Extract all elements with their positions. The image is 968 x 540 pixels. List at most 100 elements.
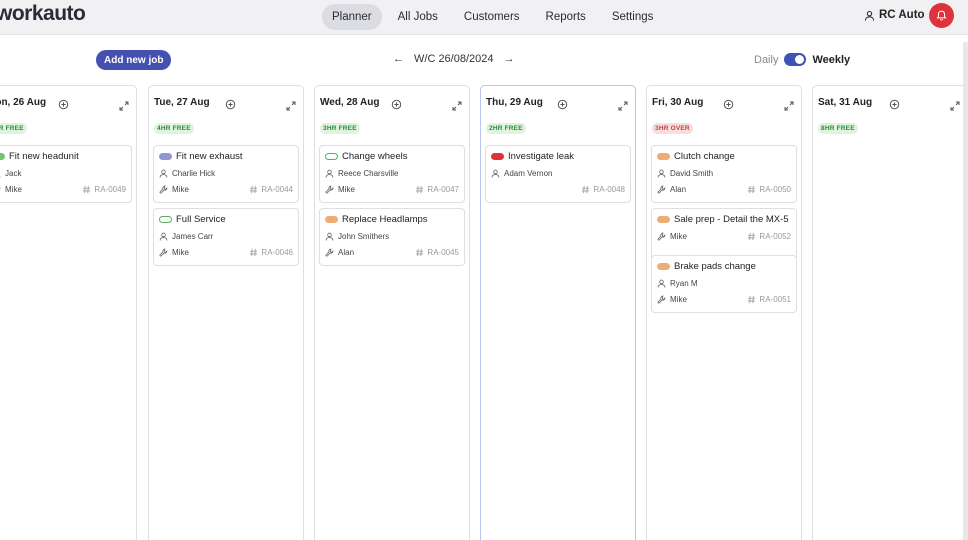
wrench-icon [657, 232, 666, 241]
job-card[interactable]: Replace Headlamps John Smithers Alan RA-004… [319, 208, 465, 266]
daily-label[interactable]: Daily [754, 54, 778, 66]
expand-icon[interactable] [119, 98, 129, 111]
job-reference-number: RA-0051 [759, 295, 791, 304]
nav-settings[interactable]: Settings [602, 4, 664, 30]
add-job-plus-icon[interactable] [391, 97, 402, 110]
nav-customers[interactable]: Customers [454, 4, 530, 30]
job-title: Fit new headunit [0, 151, 79, 162]
job-card[interactable]: Full Service James Carr Mike RA-0046 [153, 208, 299, 266]
weekly-label[interactable]: Weekly [812, 54, 850, 66]
notifications-button[interactable] [929, 3, 954, 28]
bell-icon [936, 10, 947, 21]
hash-icon [747, 232, 756, 241]
job-title: Brake pads change [657, 261, 756, 272]
technician-name: Mike [670, 232, 687, 241]
job-title: Full Service [159, 214, 226, 225]
job-reference-number: RA-0044 [261, 185, 293, 194]
job-title-text: Sale prep - Detail the MX-5 [674, 214, 789, 225]
technician-name: Alan [338, 248, 355, 257]
nav-reports[interactable]: Reports [536, 4, 596, 30]
job-title: Investigate leak [491, 151, 574, 162]
hash-icon [249, 248, 258, 257]
wrench-icon [657, 185, 666, 194]
job-title: Replace Headlamps [325, 214, 428, 225]
job-reference-number: RA-0045 [427, 248, 459, 257]
customer-icon [657, 169, 666, 178]
week-planner-columns: Mon, 26 Aug 4HR FREE Fit new headunit Jack M… [0, 85, 968, 540]
add-job-plus-icon[interactable] [889, 97, 900, 110]
week-navigator: ← W/C 26/08/2024 → [393, 53, 515, 65]
job-status-tag [0, 153, 5, 160]
job-card[interactable]: Investigate leak Adam Vernon RA-0048 [485, 145, 631, 203]
job-technician: Mike [159, 185, 189, 194]
customer-name: John Smithers [338, 232, 390, 241]
job-customer: Jack [0, 169, 21, 178]
job-title-text: Brake pads change [674, 261, 756, 272]
nav-all-jobs[interactable]: All Jobs [388, 4, 448, 30]
job-customer: James Carr [159, 232, 213, 241]
hash-icon [415, 248, 424, 257]
expand-icon[interactable] [950, 98, 960, 111]
job-card[interactable]: Change wheels Reece Charsville Mike RA-0047 [319, 145, 465, 203]
add-new-job-button[interactable]: Add new job [96, 50, 172, 70]
job-customer: Charlie Hick [159, 169, 215, 178]
job-reference-number: RA-0050 [759, 185, 791, 194]
job-reference: RA-0044 [249, 185, 293, 194]
hash-icon [581, 185, 590, 194]
day-label: Thu, 29 Aug [486, 97, 543, 108]
view-toggle: Daily Weekly [754, 53, 850, 66]
hash-icon [415, 185, 424, 194]
wrench-icon [325, 185, 334, 194]
customer-icon [325, 232, 334, 241]
expand-icon[interactable] [286, 98, 296, 111]
add-job-plus-icon[interactable] [58, 97, 69, 110]
page-scrollbar[interactable] [963, 42, 968, 540]
expand-icon[interactable] [784, 98, 794, 111]
account-menu[interactable]: RC Auto [864, 9, 925, 21]
job-reference: RA-0052 [747, 232, 791, 241]
customer-name: Jack [5, 169, 22, 178]
add-job-plus-icon[interactable] [225, 97, 236, 110]
job-card[interactable]: Brake pads change Ryan M Mike RA-0051 [651, 255, 797, 313]
app-logo[interactable]: workauto [0, 2, 86, 26]
technician-name: Mike [172, 185, 189, 194]
job-reference-number: RA-0048 [593, 185, 625, 194]
job-card[interactable]: Fit new exhaust Charlie Hick Mike RA-0044 [153, 145, 299, 203]
add-job-plus-icon[interactable] [557, 97, 568, 110]
job-reference: RA-0046 [249, 248, 293, 257]
customer-icon [159, 232, 168, 241]
capacity-badge: 4HR FREE [154, 123, 194, 134]
expand-icon[interactable] [618, 98, 628, 111]
next-week-button[interactable]: → [504, 53, 515, 65]
prev-week-button[interactable]: ← [393, 53, 404, 65]
main-nav: Planner All Jobs Customers Reports Setti… [322, 4, 669, 30]
job-technician: Alan [325, 248, 354, 257]
job-customer: David Smith [657, 169, 713, 178]
week-label: W/C 26/08/2024 [414, 53, 494, 65]
wrench-icon [159, 185, 168, 194]
job-reference-number: RA-0052 [759, 232, 791, 241]
expand-icon[interactable] [452, 98, 462, 111]
job-title-text: Change wheels [342, 151, 408, 162]
job-customer: Adam Vernon [491, 169, 552, 178]
job-card[interactable]: Clutch change David Smith Alan RA-0050 [651, 145, 797, 203]
day-column: Mon, 26 Aug 4HR FREE Fit new headunit Jack M… [0, 85, 137, 540]
hash-icon [249, 185, 258, 194]
customer-name: Charlie Hick [172, 169, 216, 178]
job-technician: Mike [657, 295, 687, 304]
add-job-plus-icon[interactable] [723, 97, 734, 110]
customer-name: Ryan M [670, 279, 698, 288]
job-technician: Mike [159, 248, 189, 257]
nav-planner[interactable]: Planner [322, 4, 382, 30]
wrench-icon [325, 248, 334, 257]
job-title: Clutch change [657, 151, 735, 162]
day-label: Mon, 26 Aug [0, 97, 47, 108]
capacity-badge: 4HR FREE [0, 123, 27, 134]
day-column: Tue, 27 Aug 4HR FREE Fit new exhaust Charli… [148, 85, 304, 540]
capacity-badge: 3HR FREE [320, 123, 360, 134]
daily-weekly-switch[interactable] [784, 53, 807, 66]
job-reference-number: RA-0046 [261, 248, 293, 257]
job-customer: Ryan M [657, 279, 698, 288]
day-label: Sat, 31 Aug [818, 97, 873, 108]
job-card[interactable]: Fit new headunit Jack Mike RA-0049 [0, 145, 132, 203]
